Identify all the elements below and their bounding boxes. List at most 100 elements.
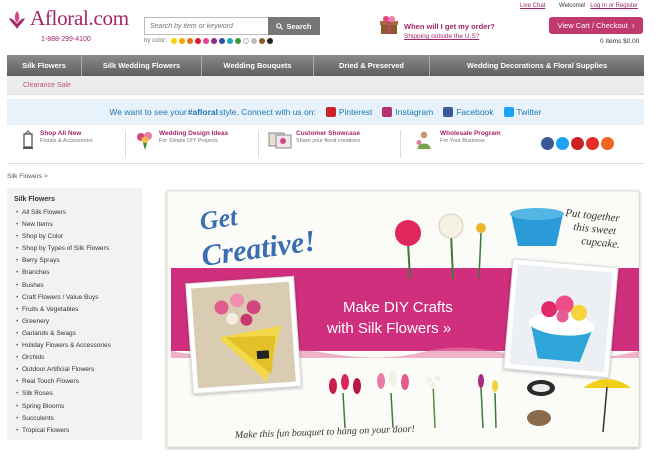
color-swatch[interactable]	[178, 38, 185, 44]
color-swatch[interactable]	[210, 38, 217, 44]
social-banner: We want to see your #afloral style. Conn…	[7, 99, 644, 125]
delivery-question[interactable]: When will I get my order?	[404, 22, 495, 31]
color-swatch[interactable]	[258, 38, 265, 44]
instagram-icon	[382, 107, 393, 117]
color-swatch[interactable]	[250, 38, 257, 44]
lantern-icon	[23, 130, 33, 149]
feature-sub: For Simple DIY Projects	[159, 138, 218, 144]
sidebar-item[interactable]: Bushes	[16, 280, 142, 292]
feature-wholesale[interactable]: Wholesale Program For Your Business	[412, 130, 501, 158]
international-shipping-link[interactable]: Shipping outside the U.S?	[404, 33, 479, 40]
color-swatch[interactable]	[186, 38, 193, 44]
nav-wedding-bouquets[interactable]: Wedding Bouquets	[202, 55, 314, 76]
sidebar-item[interactable]: Shop by Color	[16, 231, 142, 243]
page: Afloral.com 1-888-299-4100 Search by col…	[0, 0, 658, 460]
feature-title: Wholesale Program	[440, 130, 501, 137]
by-color-label: by color:	[144, 38, 167, 44]
phone-number: 1-888-299-4100	[41, 36, 91, 43]
nav-silk-flowers[interactable]: Silk Flowers	[7, 55, 82, 76]
site-logo[interactable]: Afloral.com	[6, 6, 129, 31]
color-swatch[interactable]	[242, 38, 249, 44]
pinterest-icon[interactable]	[571, 137, 584, 150]
gift-box-icon	[380, 16, 398, 34]
pinterest-icon	[325, 107, 336, 117]
sidebar-item[interactable]: Spring Blooms	[16, 401, 142, 413]
search-button[interactable]: Search	[268, 17, 320, 35]
nav-silk-wedding-flowers[interactable]: Silk Wedding Flowers	[82, 55, 202, 76]
social-icon-row	[541, 137, 614, 150]
nav-dried-preserved[interactable]: Dried & Preserved	[314, 55, 430, 76]
view-cart-label: View Cart / Checkout	[557, 21, 628, 30]
sidebar-item[interactable]: Craft Flowers / Value Buys	[16, 292, 142, 304]
hero-banner[interactable]: Get Creative! Make DIY Crafts with Silk …	[163, 188, 643, 450]
feature-customer-showcase[interactable]: Customer Showcase Share your floral creat…	[268, 130, 360, 158]
divider	[258, 130, 259, 158]
search-input[interactable]	[144, 17, 268, 35]
hashtag: #afloral	[187, 107, 218, 117]
breadcrumb[interactable]: Silk Flowers >	[7, 173, 48, 180]
sidebar-list: All Silk FlowersNew ItemsShop by ColorSh…	[7, 207, 142, 437]
color-swatch[interactable]	[170, 38, 177, 44]
feature-title: Wedding Design Ideas	[159, 130, 229, 137]
flower-logo-icon	[9, 11, 25, 29]
nav-wedding-decorations[interactable]: Wedding Decorations & Floral Supplies	[430, 55, 644, 76]
view-cart-button[interactable]: View Cart / Checkout ›	[549, 17, 643, 34]
cupcake-photo	[503, 258, 619, 379]
color-swatch[interactable]	[234, 38, 241, 44]
twitter-icon[interactable]	[556, 137, 569, 150]
sidebar-item[interactable]: Berry Sprays	[16, 255, 142, 267]
instagram-label: Instagram	[395, 107, 434, 117]
live-chat-link[interactable]: Live Chat	[520, 3, 545, 9]
feature-wedding-design[interactable]: Wedding Design Ideas For Simple DIY Proje…	[135, 130, 228, 158]
sidebar-item[interactable]: Succulents	[16, 413, 142, 425]
social-link-facebook[interactable]: Facebook	[443, 107, 494, 117]
main-nav: Silk Flowers Silk Wedding Flowers Weddin…	[7, 55, 644, 76]
bouquet-icon	[137, 132, 152, 150]
social-link-instagram[interactable]: Instagram	[382, 107, 433, 117]
sidebar-item[interactable]: Orchids	[16, 352, 142, 364]
person-icon	[416, 131, 431, 150]
color-filter: by color:	[144, 38, 273, 44]
welcome-text: Welcome!	[559, 3, 586, 9]
color-swatch[interactable]	[226, 38, 233, 44]
feature-title: Shop All New	[40, 130, 82, 137]
sidebar-item[interactable]: Holiday Flowers & Accessories	[16, 340, 142, 352]
social-link-pinterest[interactable]: Pinterest	[325, 107, 372, 117]
feature-sub: Florals & Accessories	[40, 138, 93, 144]
sidebar-item[interactable]: Shop by Types of Silk Flowers	[16, 243, 142, 255]
divider	[125, 130, 126, 158]
facebook-icon[interactable]	[541, 137, 554, 150]
sidebar-item[interactable]: New Items	[16, 219, 142, 231]
sidebar-item[interactable]: Tropical Flowers	[16, 425, 142, 437]
color-swatch[interactable]	[194, 38, 201, 44]
feature-shop-all-new[interactable]: Shop All New Florals & Accessories	[20, 130, 93, 158]
sidebar-item[interactable]: Greenery	[16, 316, 142, 328]
sidebar-item[interactable]: Garlands & Swags	[16, 328, 142, 340]
clearance-sale-link[interactable]: Clearance Sale	[23, 82, 71, 89]
sidebar-item[interactable]: All Silk Flowers	[16, 207, 142, 219]
photo-icon	[268, 132, 292, 149]
account-links: Live Chat Welcome! Log In or Register	[520, 3, 641, 9]
login-link[interactable]: Log In or Register	[590, 3, 638, 9]
sidebar-item[interactable]: Fruits & Vegetables	[16, 304, 142, 316]
twitter-label: Twitter	[516, 107, 542, 117]
sidebar-item[interactable]: Real Touch Flowers	[16, 376, 142, 388]
sidebar-item[interactable]: Outdoor Artificial Flowers	[16, 364, 142, 376]
brand-name: Afloral.com	[30, 6, 129, 30]
color-swatch-list	[170, 38, 273, 44]
social-link-twitter[interactable]: Twitter	[503, 107, 542, 117]
sidebar-item[interactable]: Silk Roses	[16, 388, 142, 400]
color-swatch[interactable]	[202, 38, 209, 44]
color-swatch[interactable]	[266, 38, 273, 44]
sidebar-heading[interactable]: Silk Flowers	[7, 188, 142, 207]
hero-headline-line2: with Silk Flowers »	[326, 320, 451, 337]
sidebar-item[interactable]: Branches	[16, 267, 142, 279]
divider	[7, 163, 644, 164]
feature-sub: For Your Business	[440, 138, 485, 144]
divider	[400, 130, 401, 158]
rss-icon[interactable]	[601, 137, 614, 150]
youtube-icon[interactable]	[586, 137, 599, 150]
color-swatch[interactable]	[218, 38, 225, 44]
social-lead-1: We want to see your	[109, 107, 187, 117]
search-bar: Search	[144, 17, 320, 35]
